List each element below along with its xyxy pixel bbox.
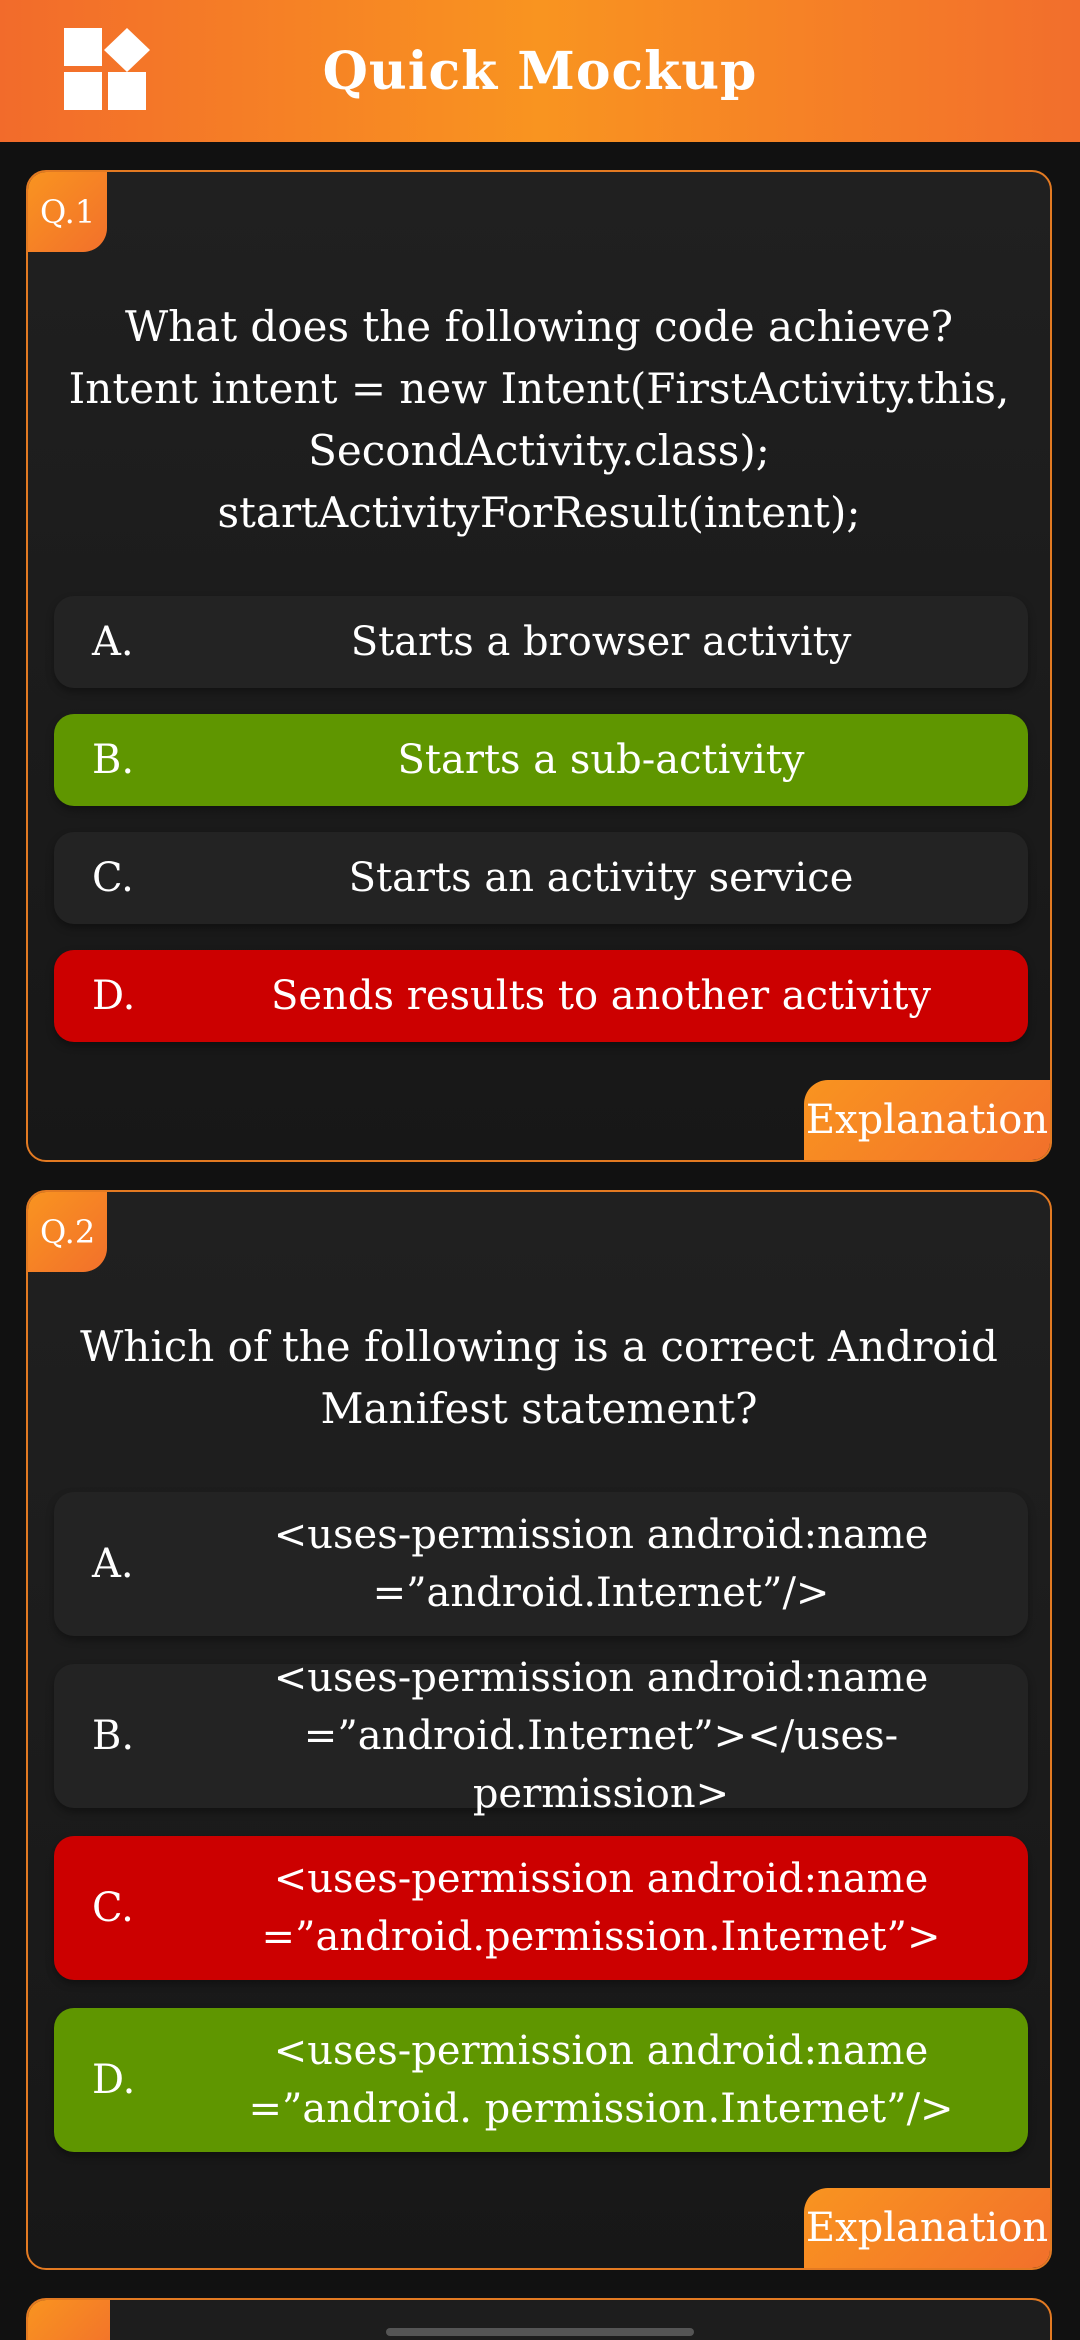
- option-letter: C.: [92, 855, 134, 901]
- question-text: What does the following code achieve? In…: [68, 302, 1010, 537]
- option-letter: D.: [92, 2057, 136, 2103]
- option-c[interactable]: C. Starts an activity service: [54, 832, 1028, 924]
- option-letter: D.: [92, 973, 136, 1019]
- option-b[interactable]: B. <uses-permission android:name =”andro…: [54, 1655, 1028, 1817]
- option-text: Starts a browser activity: [350, 619, 852, 665]
- question-card-1: Q.1 What does the following code achieve…: [26, 170, 1052, 1162]
- option-text: Sends results to another activity: [271, 973, 931, 1019]
- option-text: <uses-permission android:name =”android.…: [273, 1655, 929, 1817]
- option-a[interactable]: A. Starts a browser activity: [54, 596, 1028, 688]
- option-a[interactable]: A. <uses-permission android:name =”andro…: [54, 1492, 1028, 1636]
- question-number-badge: [28, 2300, 110, 2340]
- question-text: Which of the following is a correct Andr…: [80, 1322, 998, 1433]
- option-text: <uses-permission android:name =”android.…: [273, 1512, 929, 1616]
- quiz-screen: Quick Mockup Q.1 What does the following…: [0, 0, 1080, 2340]
- question-number-badge: Q.1: [28, 172, 108, 252]
- option-text: Starts a sub-activity: [397, 737, 805, 783]
- option-d-wrong[interactable]: D. Sends results to another activity: [54, 950, 1028, 1042]
- app-title: Quick Mockup: [322, 41, 758, 102]
- explanation-button[interactable]: Explanation: [804, 1080, 1050, 1160]
- option-letter: C.: [92, 1885, 134, 1931]
- option-letter: B.: [92, 1713, 135, 1759]
- option-d-correct[interactable]: D. <uses-permission android:name =”andro…: [54, 2008, 1028, 2152]
- option-text: <uses-permission android:name =”android.…: [248, 2028, 954, 2132]
- option-b-correct[interactable]: B. Starts a sub-activity: [54, 714, 1028, 806]
- explanation-button[interactable]: Explanation: [804, 2188, 1050, 2268]
- home-indicator[interactable]: [386, 2328, 694, 2336]
- app-header: Quick Mockup: [0, 0, 1080, 142]
- option-letter: A.: [92, 619, 134, 665]
- question-number-badge: Q.2: [28, 1192, 108, 1272]
- option-letter: A.: [92, 1541, 134, 1587]
- question-card-2: Q.2 Which of the following is a correct …: [26, 1190, 1052, 2270]
- option-text: Starts an activity service: [348, 855, 854, 901]
- option-letter: B.: [92, 737, 135, 783]
- option-c-wrong[interactable]: C. <uses-permission android:name =”andro…: [54, 1836, 1028, 1980]
- option-text: <uses-permission android:name =”android.…: [261, 1856, 941, 1960]
